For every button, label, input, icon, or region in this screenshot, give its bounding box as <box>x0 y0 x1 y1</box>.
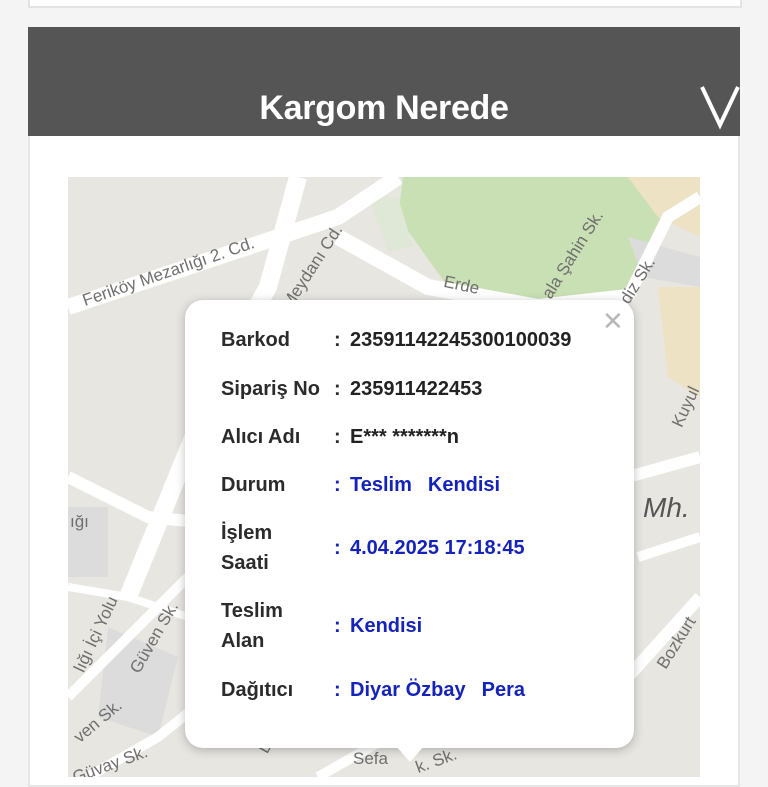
label-line: Saati <box>221 552 269 574</box>
courier-label: Dağıtıcı <box>221 679 294 701</box>
colon: : <box>334 679 341 701</box>
colon: : <box>334 378 341 400</box>
label-line: Teslim <box>221 600 283 622</box>
panel-header[interactable]: Kargom Nerede <box>28 27 740 136</box>
recipient-name-label: Alıcı Adı <box>221 426 301 448</box>
label-line: Alan <box>221 630 265 652</box>
label-line: İşlem <box>221 522 273 544</box>
courier-name: Diyar Özbay <box>350 679 466 701</box>
status-value-part: Teslim <box>350 474 412 496</box>
colon: : <box>334 426 341 448</box>
barcode-label: Barkod <box>221 329 290 351</box>
previous-card <box>28 0 742 8</box>
received-by-label: Teslim Alan <box>221 596 339 656</box>
process-time-label: İşlem Saati <box>221 518 339 578</box>
order-number-label: Sipariş No <box>221 378 320 400</box>
status-value-part: Kendisi <box>427 474 501 496</box>
popup-pointer <box>396 746 424 762</box>
colon: : <box>334 474 341 496</box>
colon: : <box>334 615 341 637</box>
street-label: Sefa <box>353 749 388 768</box>
barcode-value: 23591142245300100039 <box>350 329 572 351</box>
received-by-value: Kendisi <box>350 615 423 637</box>
courier-branch: Pera <box>481 679 525 701</box>
colon: : <box>334 537 341 559</box>
courier-value: Diyar Özbay Pera <box>350 675 525 705</box>
recipient-name-value: E*** *******n <box>350 426 459 448</box>
close-icon[interactable]: ✕ <box>602 308 624 334</box>
order-number-value: 235911422453 <box>350 378 483 400</box>
process-time-value: 4.04.2025 17:18:45 <box>350 537 525 559</box>
chevron-down-icon[interactable] <box>696 83 744 131</box>
street-label: Mh. <box>643 492 690 523</box>
panel-title: Kargom Nerede <box>259 89 509 127</box>
street-label: ığı <box>70 512 89 531</box>
status-value: Teslim Kendisi <box>350 470 500 500</box>
status-label: Durum <box>221 474 286 496</box>
colon: : <box>334 329 341 351</box>
